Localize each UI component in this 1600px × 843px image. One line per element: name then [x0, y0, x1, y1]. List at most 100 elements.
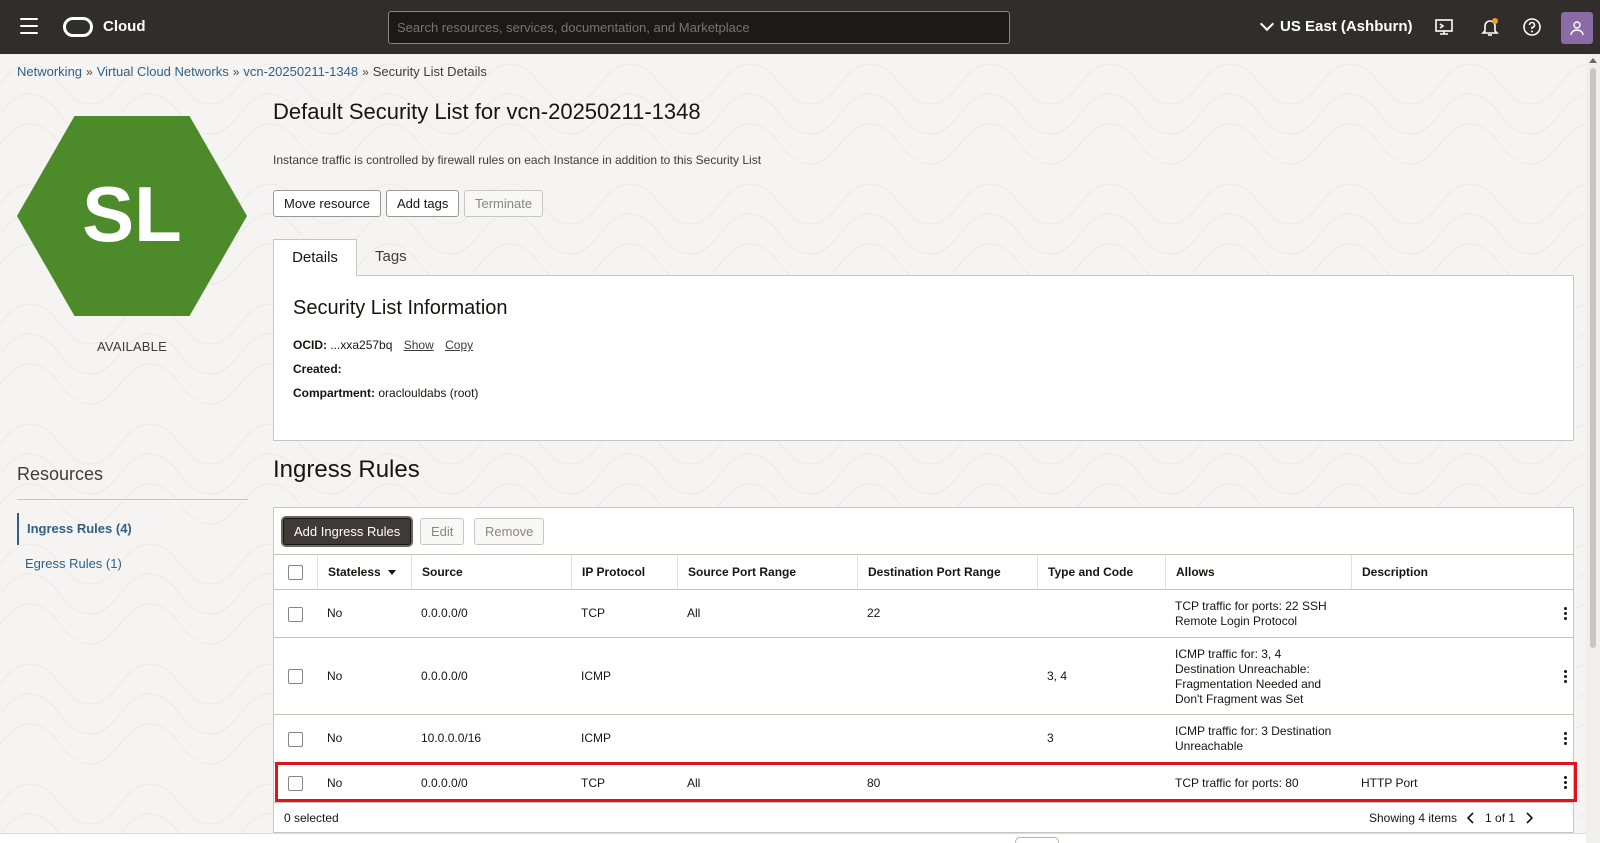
cell-description: HTTP Port	[1361, 776, 1418, 790]
cell-protocol: TCP	[581, 606, 605, 620]
tab-tags[interactable]: Tags	[375, 248, 407, 265]
column-type-and-code: Type and Code	[1037, 555, 1165, 589]
breadcrumb-separator: »	[232, 64, 240, 79]
cell-stateless: No	[327, 776, 343, 790]
selection-count: 0 selected	[284, 811, 339, 825]
user-icon	[1570, 21, 1584, 36]
cell-source: 0.0.0.0/0	[421, 606, 468, 620]
breadcrumb-networking[interactable]: Networking	[17, 64, 82, 79]
column-ip-protocol: IP Protocol	[571, 555, 677, 589]
compartment-value: oraclouldabs (root)	[378, 386, 479, 400]
resource-ingress-rules[interactable]: Ingress Rules (4)	[17, 513, 132, 545]
column-stateless-label: Stateless	[328, 565, 381, 579]
row-checkbox[interactable]	[288, 669, 303, 684]
column-destination-port-range: Destination Port Range	[857, 555, 1037, 589]
compartment-row: Compartment: oraclouldabs (root)	[293, 386, 478, 400]
terminate-button[interactable]: Terminate	[464, 190, 544, 217]
ocid-value: ...xxa257bq	[330, 338, 393, 352]
ocid-show-link[interactable]: Show	[404, 338, 434, 352]
security-list-info-panel: Security List Information OCID: ...xxa25…	[273, 275, 1574, 441]
breadcrumb-vcns[interactable]: Virtual Cloud Networks	[97, 64, 229, 79]
cell-source: 0.0.0.0/0	[421, 776, 468, 790]
cell-allows: ICMP traffic for: 3, 4 Destination Unrea…	[1175, 647, 1322, 706]
divider	[17, 499, 248, 500]
cell-allows: TCP traffic for ports: 80	[1175, 776, 1299, 790]
compartment-label: Compartment:	[293, 386, 376, 400]
row-actions-icon[interactable]	[1564, 776, 1568, 791]
help-icon[interactable]	[1522, 17, 1542, 37]
cell-allows: ICMP traffic for: 3 Destination Unreacha…	[1175, 724, 1332, 753]
pagination: Showing 4 items 1 of 1	[1369, 811, 1535, 825]
cell-protocol: ICMP	[581, 731, 611, 745]
brand-label[interactable]: Cloud	[103, 18, 146, 35]
created-label: Created:	[293, 362, 342, 376]
breadcrumb-separator: »	[86, 64, 93, 79]
scroll-up-icon[interactable]	[1589, 58, 1597, 63]
row-actions-icon[interactable]	[1564, 732, 1568, 747]
previous-page-icon[interactable]	[1465, 811, 1477, 825]
column-description: Description	[1351, 555, 1573, 589]
cell-source: 0.0.0.0/0	[421, 669, 468, 683]
bottom-bar	[0, 833, 1586, 843]
oracle-logo-icon[interactable]	[63, 17, 93, 37]
breadcrumb-current: Security List Details	[372, 64, 487, 79]
user-avatar[interactable]	[1561, 12, 1593, 44]
edit-button[interactable]: Edit	[420, 518, 465, 545]
cell-allows: TCP traffic for ports: 22 SSH Remote Log…	[1175, 599, 1327, 628]
cell-type-code: 3, 4	[1047, 669, 1068, 683]
table-row: No 0.0.0.0/0 ICMP 3, 4 ICMP traffic for:…	[274, 638, 1573, 715]
column-source: Source	[411, 555, 571, 589]
search-input[interactable]	[388, 11, 1010, 44]
next-page-icon[interactable]	[1523, 811, 1535, 825]
page-title: Default Security List for vcn-20250211-1…	[273, 99, 701, 124]
toggle-handle[interactable]	[1015, 837, 1059, 843]
cell-dest-port: 22	[867, 606, 881, 620]
table-row: No 0.0.0.0/0 TCP All 22 TCP traffic for …	[274, 590, 1573, 638]
ocid-row: OCID: ...xxa257bq Show Copy	[293, 338, 473, 352]
page-scrollbar[interactable]	[1586, 54, 1600, 843]
add-tags-button[interactable]: Add tags	[386, 190, 460, 217]
cell-source-port: All	[687, 606, 701, 620]
hex-label: SL	[82, 170, 182, 258]
breadcrumb-vcn[interactable]: vcn-20250211-1348	[243, 64, 358, 79]
region-selector[interactable]: US East (Ashburn)	[1259, 16, 1413, 35]
cell-stateless: No	[327, 731, 343, 745]
select-all-header	[274, 555, 317, 589]
add-ingress-rules-button[interactable]: Add Ingress Rules	[283, 518, 412, 545]
ocid-label: OCID:	[293, 338, 327, 352]
remove-button[interactable]: Remove	[474, 518, 545, 545]
row-actions-icon[interactable]	[1564, 607, 1568, 622]
move-resource-button[interactable]: Move resource	[273, 190, 381, 217]
row-checkbox[interactable]	[288, 607, 303, 622]
top-navigation-bar: Cloud US East (Ashburn)	[0, 0, 1600, 54]
table-row: No 0.0.0.0/0 TCP All 80 TCP traffic for …	[274, 763, 1573, 803]
sort-desc-icon	[388, 570, 397, 576]
cell-stateless: No	[327, 606, 343, 620]
table-row: No 10.0.0.0/16 ICMP 3 ICMP traffic for: …	[274, 715, 1573, 763]
page-description: Instance traffic is controlled by firewa…	[273, 153, 762, 167]
scrollbar-thumb[interactable]	[1590, 68, 1596, 648]
chevron-down-icon	[1259, 16, 1275, 31]
cell-dest-port: 80	[867, 776, 881, 790]
lifecycle-status: AVAILABLE	[97, 339, 167, 354]
select-all-checkbox[interactable]	[288, 565, 303, 580]
row-actions-icon[interactable]	[1564, 670, 1568, 685]
column-stateless[interactable]: Stateless	[317, 555, 411, 589]
notifications-icon[interactable]	[1480, 17, 1500, 37]
cell-protocol: ICMP	[581, 669, 611, 683]
tab-details[interactable]: Details	[273, 239, 357, 276]
menu-icon[interactable]	[20, 18, 38, 34]
ocid-copy-link[interactable]: Copy	[445, 338, 473, 352]
cell-stateless: No	[327, 669, 343, 683]
row-checkbox[interactable]	[288, 732, 303, 747]
row-checkbox[interactable]	[288, 776, 303, 791]
resources-heading: Resources	[17, 464, 104, 484]
breadcrumb-separator: »	[362, 64, 369, 79]
cell-source-port: All	[687, 776, 701, 790]
cloud-shell-icon[interactable]	[1434, 17, 1454, 37]
info-title: Security List Information	[293, 297, 508, 319]
breadcrumb: Networking » Virtual Cloud Networks » vc…	[17, 64, 487, 79]
resource-egress-rules[interactable]: Egress Rules (1)	[17, 556, 122, 571]
security-list-hex-icon: SL	[17, 116, 247, 316]
created-row: Created:	[293, 362, 342, 376]
